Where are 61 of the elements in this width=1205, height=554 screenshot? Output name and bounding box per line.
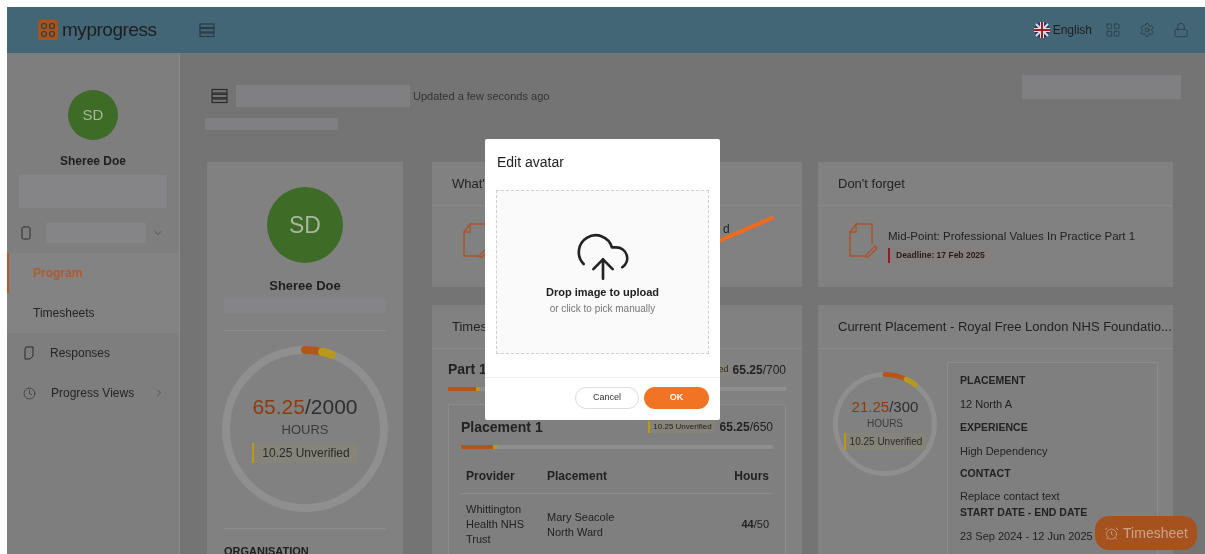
card-text: d — [723, 222, 730, 236]
timesheet-button[interactable]: Timesheet — [1095, 516, 1197, 550]
table-cell-text: Mary Seacole North Ward — [547, 509, 616, 540]
card-title: Current Placement - Royal Free London NHS Foundatio... — [838, 317, 1172, 336]
card-title: Don't forget — [838, 174, 905, 193]
avatar: SD — [68, 90, 118, 140]
detail-label: PLACEMENT — [960, 373, 1027, 387]
device-icon — [21, 226, 31, 240]
logo-text: myprogress — [62, 17, 157, 42]
placement-title: Placement 1 — [461, 420, 543, 434]
card-title: What' — [452, 174, 485, 193]
detail-value: 12 North A — [960, 397, 1012, 412]
upload-dropzone[interactable]: Drop image to upload or click to pick manually — [496, 190, 709, 354]
list-icon — [211, 88, 228, 104]
hours-value: 65.25/2000 — [252, 393, 358, 420]
logo-icon — [38, 20, 58, 40]
column-header: Provider — [466, 468, 516, 485]
dropzone-title: Drop image to upload — [545, 285, 660, 300]
alarm-clock-icon — [1104, 525, 1120, 541]
detail-value: Replace contact text — [960, 489, 1060, 504]
avatar: SD — [267, 187, 343, 263]
document-icon — [23, 346, 35, 360]
table-cell: 44/50 — [741, 517, 769, 532]
column-header: Hours — [734, 468, 769, 485]
detail-value: 23 Sep 2024 - 12 Jun 2025 — [960, 528, 1093, 544]
status-text: Updated a few seconds ago — [413, 88, 550, 104]
hours-unit: HOURS — [866, 417, 904, 432]
section-label: ORGANISATION — [224, 543, 309, 554]
hours-unit: HOURS — [281, 420, 329, 439]
column-header: Placement — [547, 468, 609, 485]
card-title: Times — [452, 317, 487, 336]
menu-icon[interactable] — [198, 22, 215, 38]
detail-label: CONTACT — [960, 466, 1012, 480]
nav-item[interactable]: Responses — [7, 333, 179, 373]
dropzone-hint: or click to pick manually — [549, 301, 656, 316]
hours-value: 65.25/650 — [719, 419, 773, 436]
detail-label: EXPERIENCE — [960, 419, 1029, 434]
part-title: Part 1 — [448, 360, 487, 379]
unverified-badge: 10.25 Unverified — [252, 443, 358, 464]
hours-value: 21.25/300 — [851, 397, 919, 417]
deadline-badge: Deadline: 17 Feb 2025 — [888, 248, 991, 263]
hours-value: 65.25/700 — [732, 361, 786, 379]
language-button[interactable]: English — [1052, 21, 1092, 39]
cancel-button[interactable]: Cancel — [575, 387, 639, 409]
document-pen-icon — [848, 222, 878, 258]
profile-name: Sheree Doe — [269, 277, 341, 295]
table-cell-text: Whittington Health NHS Trust — [466, 502, 526, 547]
nav-item[interactable]: Timesheets — [7, 293, 179, 333]
flag-icon — [1033, 22, 1050, 38]
user-name: Sheree Doe — [60, 153, 126, 170]
unverified-badge: 10.25 Unverified — [843, 433, 927, 451]
lock-icon[interactable] — [1173, 22, 1189, 38]
apps-icon[interactable] — [1105, 22, 1121, 38]
nav-item[interactable]: Progress Views — [7, 373, 179, 413]
detail-label: START DATE - END DATE — [960, 504, 1089, 519]
settings-icon[interactable] — [1139, 22, 1155, 38]
unverified-badge: 10.25 Unverified — [648, 421, 715, 433]
reminder-title: Mid-Point: Professional Values In Practice Part 1 — [888, 229, 1136, 244]
dialog-title: Edit avatar — [497, 153, 565, 172]
ok-button[interactable]: OK — [644, 387, 709, 409]
detail-value: High Dependency — [960, 443, 1048, 459]
